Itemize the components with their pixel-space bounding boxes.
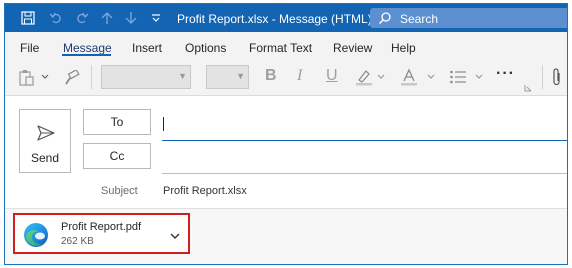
font-name-select[interactable]: ▼	[101, 65, 191, 89]
active-tab-indicator	[62, 54, 111, 56]
tab-format-text[interactable]: Format Text	[249, 41, 312, 55]
highlight-dropdown-icon[interactable]	[376, 71, 386, 83]
cc-button[interactable]: Cc	[83, 143, 151, 169]
bullets-icon[interactable]	[448, 67, 468, 87]
italic-button[interactable]: I	[297, 67, 302, 85]
title-bar: Profit Report.xlsx - Message (HTML) Sear…	[5, 4, 567, 32]
font-color-icon[interactable]	[399, 67, 419, 87]
tab-help[interactable]: Help	[391, 41, 416, 55]
search-box[interactable]: Search	[370, 8, 567, 28]
to-field[interactable]	[162, 109, 567, 140]
edge-icon	[23, 222, 49, 251]
dialog-launcher-icon[interactable]	[524, 84, 532, 92]
undo-icon[interactable]	[47, 9, 65, 27]
search-label: Search	[400, 12, 439, 26]
font-size-select[interactable]: ▼	[206, 65, 249, 89]
cc-field-underline	[162, 173, 567, 174]
window-title: Profit Report.xlsx - Message (HTML)	[177, 12, 372, 26]
tab-insert[interactable]: Insert	[132, 41, 162, 55]
send-icon	[36, 123, 56, 146]
tab-message[interactable]: Message	[63, 41, 112, 55]
chevron-down-icon: ▼	[178, 71, 187, 81]
outlook-message-window: Profit Report.xlsx - Message (HTML) Sear…	[4, 3, 568, 265]
highlight-icon[interactable]	[354, 67, 374, 87]
attachment-item[interactable]: Profit Report.pdf 262 KB	[13, 213, 190, 254]
format-painter-icon[interactable]	[62, 68, 82, 88]
tab-review[interactable]: Review	[333, 41, 372, 55]
chevron-down-icon: ▼	[236, 71, 245, 81]
ribbon-separator	[91, 65, 92, 89]
underline-button[interactable]: U	[326, 67, 338, 85]
bullets-dropdown-icon[interactable]	[474, 71, 484, 83]
ribbon-separator	[542, 65, 543, 89]
chevron-down-icon[interactable]	[170, 229, 180, 243]
search-icon	[378, 11, 392, 28]
font-color-dropdown-icon[interactable]	[426, 71, 436, 83]
send-button[interactable]: Send	[19, 109, 71, 173]
attach-icon[interactable]	[550, 66, 564, 88]
ribbon: ▼ ▼ B I U ···	[5, 58, 567, 96]
subject-label: Subject	[101, 185, 138, 197]
more-icon[interactable]: ···	[496, 65, 515, 83]
attachment-size: 262 KB	[61, 236, 94, 247]
redo-icon[interactable]	[73, 9, 91, 27]
paste-icon[interactable]	[15, 67, 37, 89]
attachment-name: Profit Report.pdf	[61, 221, 142, 233]
bold-button[interactable]: B	[265, 67, 277, 85]
down-arrow-icon[interactable]	[122, 9, 140, 27]
cc-field[interactable]	[162, 143, 567, 173]
customize-dropdown-icon[interactable]	[147, 9, 165, 27]
to-field-underline	[162, 140, 567, 141]
up-arrow-icon[interactable]	[98, 9, 116, 27]
to-button[interactable]: To	[83, 109, 151, 135]
tab-options[interactable]: Options	[185, 41, 226, 55]
save-icon[interactable]	[19, 9, 37, 27]
send-label: Send	[30, 151, 60, 165]
paste-dropdown-icon[interactable]	[40, 71, 50, 83]
tab-file[interactable]: File	[20, 41, 39, 55]
subject-field[interactable]: Profit Report.xlsx	[163, 185, 247, 197]
